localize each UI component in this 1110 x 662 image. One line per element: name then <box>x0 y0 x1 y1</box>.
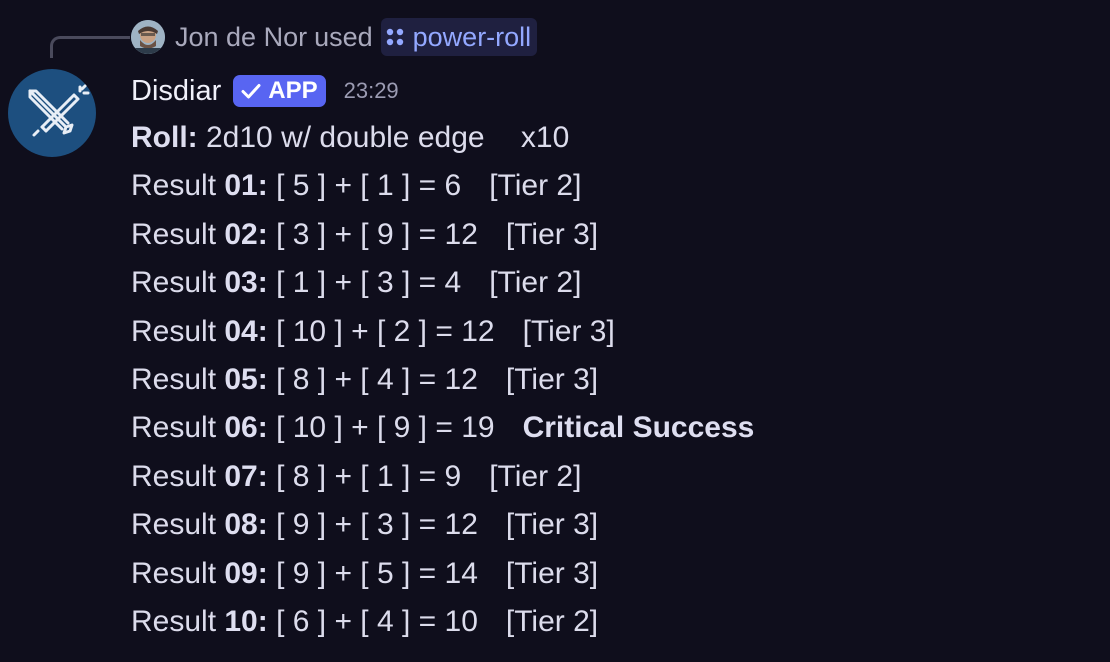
result-line: Result 06: [ 10 ] + [ 9 ] = 19 Critical S… <box>131 404 1091 452</box>
reply-context: Jon de Nor used power-roll <box>131 18 538 56</box>
result-number: 10: <box>224 604 268 638</box>
result-line: Result 09: [ 9 ] + [ 5 ] = 14 [Tier 3] <box>131 550 1091 598</box>
checkmark-icon <box>241 84 261 99</box>
result-line: Result 07: [ 8 ] + [ 1 ] = 9 [Tier 2] <box>131 453 1091 501</box>
app-badge: APP <box>233 75 326 107</box>
result-prefix: Result <box>131 217 225 251</box>
app-username[interactable]: Disdiar <box>131 75 221 108</box>
result-tier: [Tier 2] <box>489 266 582 300</box>
reply-used-text: used <box>314 21 373 52</box>
result-number: 04: <box>224 314 268 348</box>
user-avatar[interactable] <box>131 20 165 54</box>
result-calculation: [ 8 ] + [ 4 ] = 12 <box>276 362 478 396</box>
result-prefix: Result <box>131 266 225 300</box>
roll-line: Roll: 2d10 w/ double edge x10 <box>131 114 1091 162</box>
result-calculation: [ 10 ] + [ 2 ] = 12 <box>276 314 495 348</box>
result-line: Result 01: [ 5 ] + [ 1 ] = 6 [Tier 2] <box>131 162 1091 210</box>
result-line: Result 04: [ 10 ] + [ 2 ] = 12 [Tier 3] <box>131 308 1091 356</box>
result-critical-label: Critical Success <box>522 411 755 445</box>
result-number: 08: <box>224 508 268 542</box>
result-tier: [Tier 3] <box>505 217 599 251</box>
message-content: Roll: 2d10 w/ double edge x10 Result 01:… <box>131 114 1091 646</box>
result-tier: [Tier 3] <box>505 556 599 590</box>
result-number: 03: <box>224 266 268 300</box>
result-prefix: Result <box>131 411 225 445</box>
result-prefix: Result <box>131 508 225 542</box>
result-line: Result 05: [ 8 ] + [ 4 ] = 12 [Tier 3] <box>131 356 1091 404</box>
app-badge-label: APP <box>268 77 318 104</box>
result-number: 01: <box>224 169 268 203</box>
roll-multiplier: x10 <box>520 121 570 154</box>
command-mention[interactable]: power-roll <box>380 18 538 56</box>
message-timestamp[interactable]: 23:29 <box>344 78 399 104</box>
result-prefix: Result <box>131 604 225 638</box>
result-tier: [Tier 3] <box>505 508 599 542</box>
result-line: Result 02: [ 3 ] + [ 9 ] = 12 [Tier 3] <box>131 211 1091 259</box>
result-tier: [Tier 3] <box>505 362 599 396</box>
result-number: 02: <box>224 217 268 251</box>
result-prefix: Result <box>131 314 225 348</box>
result-prefix: Result <box>131 556 225 590</box>
roll-label: Roll: <box>131 121 198 154</box>
result-number: 06: <box>224 411 268 445</box>
result-calculation: [ 9 ] + [ 5 ] = 14 <box>276 556 478 590</box>
result-line: Result 10: [ 6 ] + [ 4 ] = 10 [Tier 2] <box>131 598 1091 646</box>
result-calculation: [ 8 ] + [ 1 ] = 9 <box>276 459 462 493</box>
result-tier: [Tier 2] <box>489 459 582 493</box>
result-calculation: [ 9 ] + [ 3 ] = 12 <box>276 508 478 542</box>
reply-username[interactable]: Jon de Nor <box>175 22 307 53</box>
result-number: 09: <box>224 556 268 590</box>
result-prefix: Result <box>131 362 225 396</box>
roll-expression: 2d10 w/ double edge <box>206 121 485 154</box>
result-line: Result 03: [ 1 ] + [ 3 ] = 4 [Tier 2] <box>131 259 1091 307</box>
result-number: 07: <box>224 459 268 493</box>
apps-grid-icon <box>386 28 403 46</box>
result-tier: [Tier 3] <box>522 314 615 348</box>
result-calculation: [ 10 ] + [ 9 ] = 19 <box>276 411 495 445</box>
result-tier: [Tier 2] <box>489 169 582 203</box>
result-number: 05: <box>224 362 268 396</box>
result-tier: [Tier 2] <box>505 604 599 638</box>
result-calculation: [ 3 ] + [ 9 ] = 12 <box>276 217 478 251</box>
result-prefix: Result <box>131 169 225 203</box>
crossed-swords-icon <box>28 84 90 137</box>
result-prefix: Result <box>131 459 225 493</box>
result-calculation: [ 1 ] + [ 3 ] = 4 <box>276 266 462 300</box>
reply-connector-line <box>50 36 130 58</box>
result-calculation: [ 6 ] + [ 4 ] = 10 <box>276 604 478 638</box>
result-calculation: [ 5 ] + [ 1 ] = 6 <box>276 169 462 203</box>
app-avatar[interactable] <box>8 69 96 157</box>
result-line: Result 08: [ 9 ] + [ 3 ] = 12 [Tier 3] <box>131 501 1091 549</box>
message-header: Disdiar APP 23:29 <box>131 70 399 112</box>
command-name: power-roll <box>412 21 532 52</box>
